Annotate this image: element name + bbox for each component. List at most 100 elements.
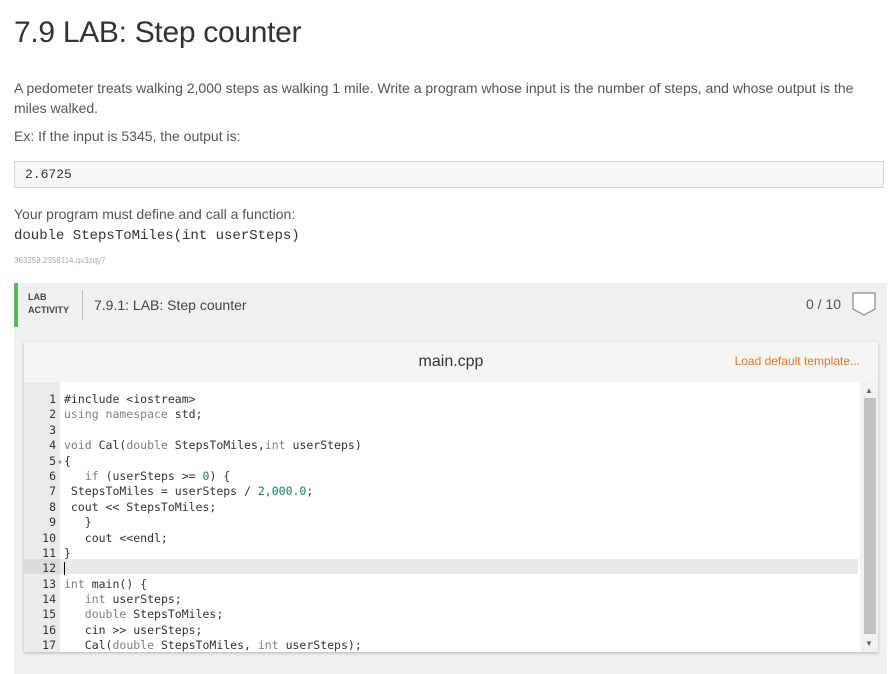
code-token: int: [84, 592, 106, 607]
function-requirement: Your program must define and call a func…: [14, 206, 296, 222]
code-text: }: [64, 546, 71, 560]
code-text: Cal(double StepsToMiles, int userSteps);: [64, 638, 362, 652]
code-text: using namespace std;: [64, 407, 202, 421]
text-cursor: [64, 562, 65, 576]
code-token: StepsToMiles;: [126, 607, 224, 622]
code-text: if (userSteps >= 0) {: [64, 469, 230, 483]
code-line[interactable]: 8 cout << StepsToMiles;: [24, 500, 362, 515]
code-token: userSteps);: [278, 638, 362, 652]
editor-toolbar: main.cpp Load default template...: [24, 342, 878, 383]
code-text: {: [64, 454, 71, 468]
code-line[interactable]: 11}: [24, 546, 362, 561]
code-token: #include <iostream>: [64, 392, 196, 406]
code-token: userSteps): [285, 438, 362, 453]
line-number: 15: [42, 607, 56, 622]
code-token: Cal(: [64, 638, 113, 652]
code-line[interactable]: 6 if (userSteps >= 0) {: [24, 469, 362, 484]
code-text: int userSteps;: [64, 592, 182, 606]
header-divider: [82, 290, 83, 320]
code-token: ) {: [209, 468, 231, 483]
code-line[interactable]: 16 cin >> userSteps;: [24, 623, 362, 638]
code-editor[interactable]: 1 #include <iostream> 2 using namespace std…: [24, 382, 878, 652]
example-intro: Ex: If the input is 5345, the output is:: [14, 128, 241, 144]
tracking-id: 363258.2358114.qx3zqy7: [14, 256, 106, 265]
code-line[interactable]: 7 StepsToMiles = userSteps / 2,000.0;: [24, 484, 362, 499]
code-line[interactable]: 3: [24, 423, 362, 438]
code-line[interactable]: 2 using namespace std;: [24, 407, 362, 422]
code-token: int: [64, 576, 85, 591]
code-token: double: [84, 607, 127, 622]
code-token: int: [264, 438, 286, 453]
line-number: 9: [49, 515, 56, 530]
code-line[interactable]: 4 void Cal(double StepsToMiles,int userSt…: [24, 438, 362, 453]
scroll-thumb[interactable]: [864, 398, 876, 634]
code-token: StepsToMiles = userSteps /: [64, 484, 258, 499]
code-token: Cal(: [91, 438, 127, 453]
line-number: 14: [42, 592, 56, 607]
code-text: cin >> userSteps;: [64, 623, 203, 637]
line-number: 11: [42, 545, 56, 560]
code-text: double StepsToMiles;: [64, 607, 223, 621]
code-token: double: [112, 638, 155, 652]
code-text: StepsToMiles = userSteps / 2,000.0;: [64, 484, 313, 498]
code-text: void Cal(double StepsToMiles,int userSte…: [64, 438, 362, 452]
line-number: 16: [42, 622, 56, 637]
code-token: }: [64, 515, 92, 530]
code-text: #include <iostream>: [64, 392, 196, 406]
code-token: double: [126, 438, 168, 453]
problem-description: A pedometer treats walking 2,000 steps a…: [14, 80, 854, 116]
code-line[interactable]: 12: [24, 561, 362, 576]
code-lines[interactable]: 1 #include <iostream> 2 using namespace std…: [24, 392, 362, 652]
lab-score: 0 / 10: [805, 296, 841, 312]
line-number: 13: [42, 576, 56, 591]
line-number: 2: [49, 407, 56, 422]
code-token: (userSteps >=: [98, 468, 203, 483]
code-token: std;: [167, 407, 203, 422]
code-line[interactable]: 17 Cal(double StepsToMiles, int userStep…: [24, 638, 362, 652]
page-title: 7.9 LAB: Step counter: [14, 16, 302, 49]
code-line[interactable]: 15 double StepsToMiles;: [24, 607, 362, 622]
code-token: using namespace: [64, 407, 168, 422]
lab-activity-name: 7.9.1: LAB: Step counter: [94, 297, 247, 313]
load-default-template-link[interactable]: Load default template...: [735, 354, 860, 368]
code-text: [64, 561, 65, 576]
lab-activity-tag: LAB ACTIVITY: [28, 291, 69, 317]
code-token: 2,000.0: [257, 484, 307, 499]
code-token: void: [64, 438, 92, 453]
code-line[interactable]: 5▾{: [24, 454, 362, 469]
editor-scrollbar[interactable]: ▲ ▼: [860, 382, 878, 652]
code-text: int main() {: [64, 577, 147, 591]
line-number: 5: [49, 453, 56, 468]
code-line[interactable]: 9 }: [24, 515, 362, 530]
line-number: 12: [42, 561, 56, 576]
lab-tag-line1: LAB: [28, 292, 47, 302]
line-number: 17: [42, 638, 56, 652]
code-token: }: [64, 545, 71, 560]
code-line[interactable]: 14 int userSteps;: [24, 592, 362, 607]
code-token: ;: [306, 484, 314, 499]
code-token: main() {: [84, 576, 148, 591]
code-text: cout <<endl;: [64, 531, 168, 545]
code-text: }: [64, 515, 92, 529]
code-line[interactable]: 10 cout <<endl;: [24, 531, 362, 546]
line-number: 4: [49, 438, 56, 453]
code-token: cout << StepsToMiles;: [64, 499, 217, 514]
line-number: 8: [49, 499, 56, 514]
line-number: 10: [42, 530, 56, 545]
code-token: userSteps;: [105, 592, 182, 607]
lab-activity-header: LAB ACTIVITY 7.9.1: LAB: Step counter 0 …: [14, 283, 887, 327]
lab-tag-line2: ACTIVITY: [28, 305, 70, 315]
scroll-up-arrow-icon[interactable]: ▲: [865, 386, 873, 395]
example-output-box: 2.6725: [14, 161, 884, 188]
code-token: StepsToMiles,: [167, 438, 265, 453]
code-line[interactable]: 13 int main() {: [24, 577, 362, 592]
code-token: int: [257, 638, 279, 652]
code-token: {: [64, 453, 71, 468]
score-badge-icon: [852, 292, 876, 316]
line-number: 1: [49, 392, 56, 406]
line-number: 6: [49, 468, 56, 483]
scroll-down-arrow-icon[interactable]: ▼: [865, 639, 873, 648]
code-line[interactable]: 1 #include <iostream>: [24, 392, 362, 407]
